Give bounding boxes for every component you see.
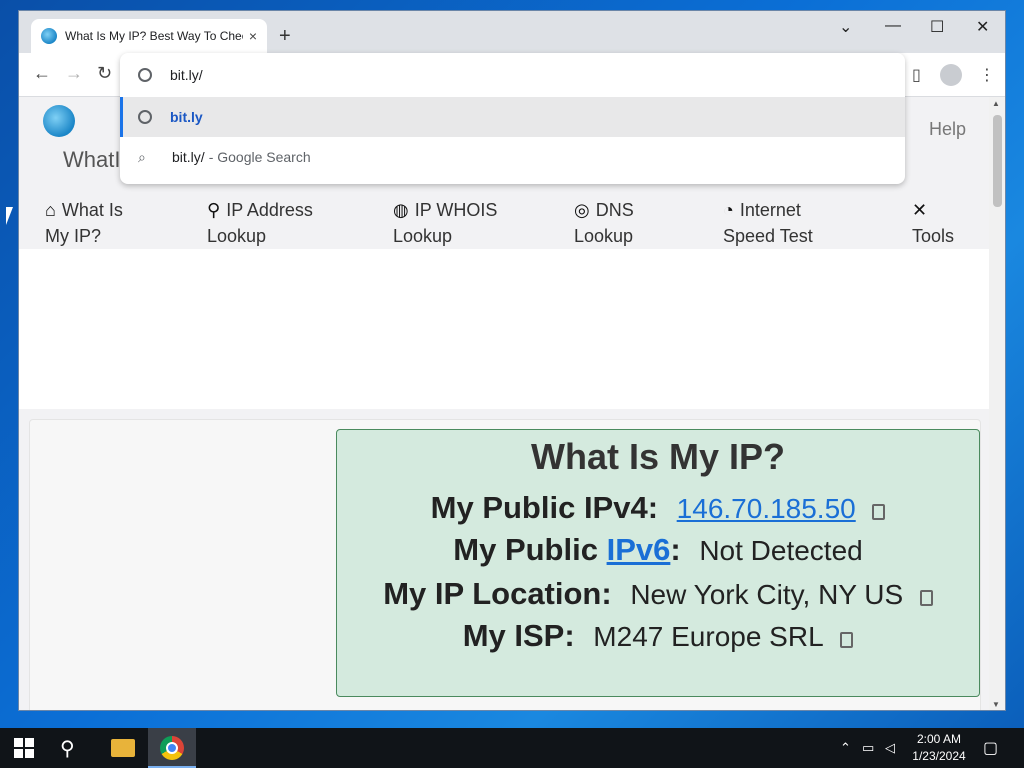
- new-tab-button[interactable]: +: [279, 25, 291, 48]
- suggestion-item[interactable]: bit.ly: [120, 97, 905, 137]
- site-name[interactable]: WhatI: [63, 147, 120, 173]
- tab-favicon-icon: [41, 28, 57, 44]
- ipv6-label: My Public IPv6:: [453, 532, 680, 567]
- tab-title: What Is My IP? Best Way To Chec: [65, 29, 243, 43]
- nav-label: What Is: [61, 200, 123, 220]
- isp-row: My ISP: M247 Europe SRL: [337, 618, 979, 654]
- tab-search-dropdown-icon[interactable]: ⌄: [839, 17, 852, 37]
- copy-icon[interactable]: [919, 590, 933, 606]
- ipv4-value-link[interactable]: 146.70.185.50: [677, 493, 856, 524]
- ipv6-label-text: My Public: [453, 532, 607, 567]
- nav-dns-lookup[interactable]: ◎ DNS Lookup: [574, 197, 634, 249]
- globe-icon: ◍: [393, 200, 409, 220]
- maximize-button[interactable]: ☐: [930, 17, 944, 37]
- tools-icon: ✕: [912, 200, 928, 220]
- site-logo-icon[interactable]: [43, 105, 75, 137]
- suggestion-main: bit.ly: [170, 109, 203, 125]
- ipv4-row: My Public IPv4: 146.70.185.50: [337, 490, 979, 526]
- speedometer-icon: ◔: [723, 200, 734, 220]
- location-value: New York City, NY US: [630, 579, 904, 610]
- omnibox-dropdown: bit.ly/ bit.ly ⌕ bit.ly/ - Google Search: [120, 53, 905, 184]
- profile-avatar-icon[interactable]: [940, 64, 962, 86]
- help-link[interactable]: Help: [929, 119, 966, 140]
- copy-icon[interactable]: [840, 632, 854, 648]
- ip-info-card: What Is My IP? My Public IPv4: 146.70.18…: [336, 429, 980, 697]
- copy-icon[interactable]: [872, 504, 886, 520]
- forward-button[interactable]: →: [65, 63, 83, 84]
- suggestion-main: bit.ly/: [172, 149, 205, 165]
- nav-ip-address-lookup[interactable]: ⚲ IP Address Lookup: [207, 197, 313, 249]
- clock-date: 1/23/2024: [912, 749, 966, 763]
- nav-label: DNS: [595, 200, 634, 220]
- nav-ip-whois-lookup[interactable]: ◍ IP WHOIS Lookup: [393, 197, 497, 249]
- scroll-thumb[interactable]: [993, 115, 1002, 207]
- globe-icon: [138, 68, 152, 82]
- nav-label: Lookup: [207, 226, 267, 246]
- card-heading: What Is My IP?: [530, 436, 786, 477]
- location-row: My IP Location: New York City, NY US: [337, 576, 979, 612]
- show-hidden-icons-chevron-icon[interactable]: ⌃: [840, 740, 851, 756]
- system-clock[interactable]: 2:00 AM 1/23/2024: [906, 731, 972, 765]
- globe-icon: [138, 110, 152, 124]
- page-content: WhatI Help ⌂ What Is My IP? ⚲ IP Address L…: [19, 97, 991, 710]
- ad-banner-area: [19, 249, 991, 409]
- ipv6-link[interactable]: IPv6: [607, 532, 671, 567]
- nav-internet-speed-test[interactable]: ◔ Internet Speed Test: [723, 197, 813, 249]
- search-icon[interactable]: ⚲: [60, 736, 75, 761]
- ipv6-value: Not Detected: [699, 535, 863, 566]
- dns-icon: ◎: [574, 200, 590, 220]
- location-pin-icon: ⚲: [207, 200, 221, 220]
- search-icon: ⌕: [138, 148, 146, 165]
- ipv6-label-colon: :: [670, 532, 681, 567]
- menu-kebab-icon[interactable]: ⋮: [979, 65, 995, 85]
- suggestion-sub: - Google Search: [208, 149, 311, 165]
- suggestion-item[interactable]: ⌕ bit.ly/ - Google Search: [120, 137, 905, 177]
- ipv4-label: My Public IPv4:: [430, 490, 659, 525]
- address-input[interactable]: bit.ly/: [170, 67, 203, 83]
- start-button[interactable]: [14, 738, 34, 758]
- browser-window: What Is My IP? Best Way To Chec × + ⌄ — …: [18, 10, 1006, 711]
- clock-time: 2:00 AM: [916, 732, 962, 746]
- nav-label: My IP?: [45, 226, 102, 246]
- back-button[interactable]: ←: [33, 63, 51, 84]
- nav-label: IP Address: [226, 200, 313, 220]
- title-bar: What Is My IP? Best Way To Chec × + ⌄ — …: [19, 11, 1005, 53]
- nav-label: Tools: [912, 226, 955, 246]
- nav-label: Lookup: [393, 226, 453, 246]
- location-label: My IP Location:: [383, 576, 612, 611]
- chrome-icon: [160, 736, 184, 760]
- chrome-taskbar-button[interactable]: [148, 728, 196, 768]
- taskbar: ⚲ ⌃ ▭ ◁ 2:00 AM 1/23/2024 ▢: [0, 728, 1024, 768]
- nav-label: Internet: [739, 200, 801, 220]
- file-explorer-icon[interactable]: [111, 739, 135, 757]
- nav-label: IP WHOIS: [414, 200, 498, 220]
- scroll-up-arrow-icon[interactable]: ▲: [992, 99, 1000, 108]
- minimize-button[interactable]: —: [885, 17, 901, 35]
- browser-tab[interactable]: What Is My IP? Best Way To Chec ×: [31, 19, 267, 53]
- side-panel-icon[interactable]: ▯: [912, 65, 921, 85]
- nav-what-is-my-ip[interactable]: ⌂ What Is My IP?: [45, 197, 123, 249]
- home-icon: ⌂: [45, 200, 56, 220]
- nav-label: Lookup: [574, 226, 634, 246]
- isp-value: M247 Europe SRL: [593, 621, 824, 652]
- isp-label: My ISP:: [462, 618, 575, 653]
- reload-button[interactable]: ↻: [97, 63, 112, 84]
- page-scrollbar[interactable]: ▲ ▼: [989, 97, 1005, 710]
- network-icon[interactable]: ▭: [862, 740, 874, 756]
- ipv6-row: My Public IPv6: Not Detected: [337, 532, 979, 568]
- scroll-down-arrow-icon[interactable]: ▼: [992, 700, 1000, 709]
- close-window-button[interactable]: ✕: [976, 17, 989, 37]
- notification-icon[interactable]: ▢: [983, 738, 998, 758]
- volume-muted-icon[interactable]: ◁: [885, 740, 895, 756]
- nav-label: Speed Test: [723, 226, 813, 246]
- tab-close-icon[interactable]: ×: [249, 28, 257, 44]
- address-bar[interactable]: bit.ly/: [120, 53, 905, 97]
- nav-tools[interactable]: ✕ Tools: [912, 197, 954, 249]
